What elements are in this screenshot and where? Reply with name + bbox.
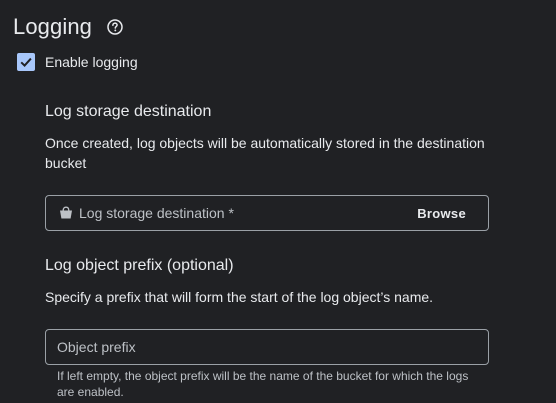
section-header: Logging	[13, 14, 124, 40]
checkmark-icon	[20, 57, 32, 68]
object-prefix-field[interactable]	[45, 329, 489, 365]
object-prefix-hint: If left empty, the object prefix will be…	[57, 369, 469, 399]
enable-logging-row: Enable logging	[17, 53, 138, 71]
enable-logging-checkbox[interactable]	[17, 53, 35, 71]
browse-button[interactable]: Browse	[417, 202, 466, 225]
section-title: Logging	[13, 14, 92, 39]
log-prefix-title: Log object prefix (optional)	[45, 257, 234, 274]
object-prefix-input[interactable]	[46, 330, 488, 364]
enable-logging-label: Enable logging	[45, 54, 138, 70]
log-prefix-description: Specify a prefix that will form the star…	[45, 289, 434, 305]
help-icon[interactable]	[106, 18, 124, 36]
log-storage-field-label: Log storage destination *	[79, 205, 234, 221]
bucket-icon	[59, 206, 73, 220]
logging-panel: Logging Enable logging Log storage desti…	[0, 0, 556, 403]
log-storage-description: Once created, log objects will be automa…	[45, 135, 485, 171]
log-storage-title: Log storage destination	[45, 103, 212, 120]
log-storage-destination-field[interactable]: Log storage destination * Browse	[45, 195, 489, 231]
